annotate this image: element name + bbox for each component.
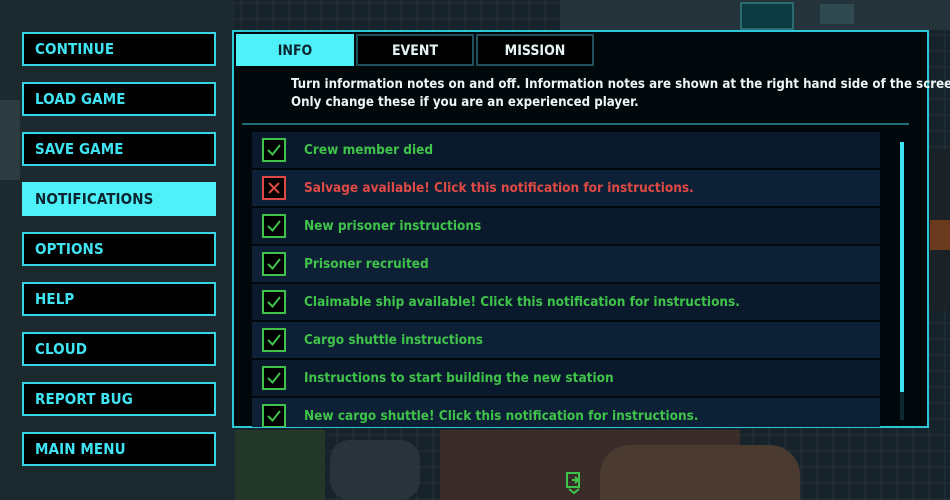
checkmark-icon — [267, 410, 281, 423]
checkmark-icon — [267, 372, 281, 385]
notification-label: Instructions to start building the new s… — [304, 370, 614, 386]
checkbox[interactable] — [262, 252, 286, 276]
notification-list: Crew member died Salvage available! Clic… — [252, 132, 880, 427]
notification-row[interactable]: New cargo shuttle! Click this notificati… — [252, 398, 880, 427]
scrollbar-thumb[interactable] — [900, 142, 904, 392]
checkbox[interactable] — [262, 290, 286, 314]
notification-label: Prisoner recruited — [304, 256, 429, 272]
checkbox[interactable] — [262, 328, 286, 352]
notification-row[interactable]: Claimable ship available! Click this not… — [252, 284, 880, 320]
report-bug-button[interactable]: REPORT BUG — [22, 382, 216, 416]
checkbox[interactable] — [262, 404, 286, 427]
notification-row[interactable]: Salvage available! Click this notificati… — [252, 170, 880, 206]
divider — [242, 123, 909, 125]
notification-row[interactable]: Crew member died — [252, 132, 880, 168]
checkbox[interactable] — [262, 176, 286, 200]
description-line-2: Only change these if you are an experien… — [291, 95, 639, 110]
notification-row[interactable]: Cargo shuttle instructions — [252, 322, 880, 358]
load-game-button[interactable]: LOAD GAME — [22, 82, 216, 116]
notification-label: New prisoner instructions — [304, 218, 482, 234]
notification-label: Salvage available! Click this notificati… — [304, 180, 694, 196]
tab-mission[interactable]: MISSION — [476, 34, 594, 66]
notification-row[interactable]: Prisoner recruited — [252, 246, 880, 282]
cross-icon — [268, 182, 280, 194]
notification-label: Claimable ship available! Click this not… — [304, 294, 740, 310]
notification-label: Crew member died — [304, 142, 434, 158]
checkmark-icon — [267, 144, 281, 157]
notification-label: Cargo shuttle instructions — [304, 332, 484, 348]
exit-door-icon — [566, 472, 580, 494]
checkbox[interactable] — [262, 138, 286, 162]
continue-button[interactable]: CONTINUE — [22, 32, 216, 66]
cloud-button[interactable]: CLOUD — [22, 332, 216, 366]
save-game-button[interactable]: SAVE GAME — [22, 132, 216, 166]
checkbox[interactable] — [262, 366, 286, 390]
notifications-panel: INFO EVENT MISSION Turn information note… — [232, 30, 950, 428]
options-button[interactable]: OPTIONS — [22, 232, 216, 266]
main-menu-button[interactable]: MAIN MENU — [22, 432, 216, 466]
description-line-1: Turn information notes on and off. Infor… — [291, 77, 950, 92]
notification-label: New cargo shuttle! Click this notificati… — [304, 408, 699, 424]
notification-row[interactable]: Instructions to start building the new s… — [252, 360, 880, 396]
checkmark-icon — [267, 296, 281, 309]
help-button[interactable]: HELP — [22, 282, 216, 316]
checkbox[interactable] — [262, 214, 286, 238]
panel-description: Turn information notes on and off. Infor… — [291, 76, 950, 112]
tab-info[interactable]: INFO — [236, 34, 354, 66]
checkmark-icon — [267, 258, 281, 271]
notifications-button[interactable]: NOTIFICATIONS — [22, 182, 216, 216]
checkmark-icon — [267, 334, 281, 347]
scrollbar[interactable] — [900, 142, 904, 420]
checkmark-icon — [267, 220, 281, 233]
notification-row[interactable]: New prisoner instructions — [252, 208, 880, 244]
tab-event[interactable]: EVENT — [356, 34, 474, 66]
